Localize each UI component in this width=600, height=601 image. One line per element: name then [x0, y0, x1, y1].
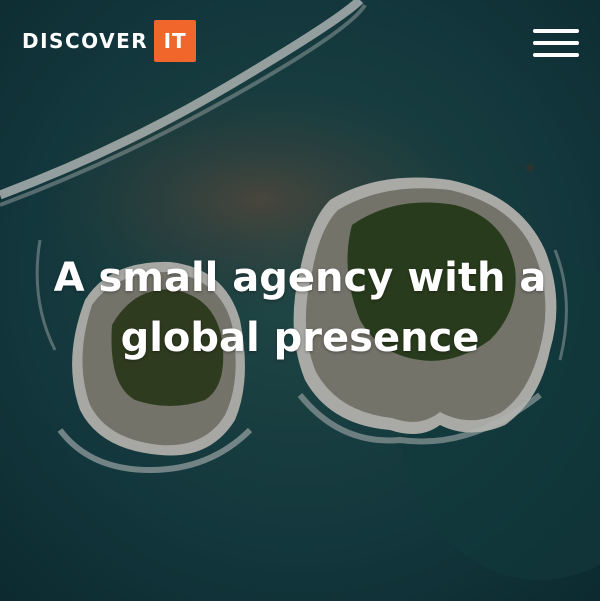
hero-headline: A small agency with a global presence — [0, 248, 600, 368]
menu-bar-middle — [533, 41, 579, 45]
logo-wordmark: DISCOVER — [22, 29, 149, 53]
hero-headline-line-2: global presence — [120, 315, 480, 361]
menu-bar-top — [533, 29, 579, 33]
hamburger-menu-icon[interactable] — [533, 29, 579, 57]
hero-section: DISCOVER IT A small agency with a global… — [0, 0, 600, 601]
logo[interactable]: DISCOVER IT — [22, 20, 197, 62]
hero-headline-line-1: A small agency with a — [53, 255, 547, 301]
menu-bar-bottom — [533, 53, 579, 57]
logo-badge: IT — [154, 20, 197, 62]
